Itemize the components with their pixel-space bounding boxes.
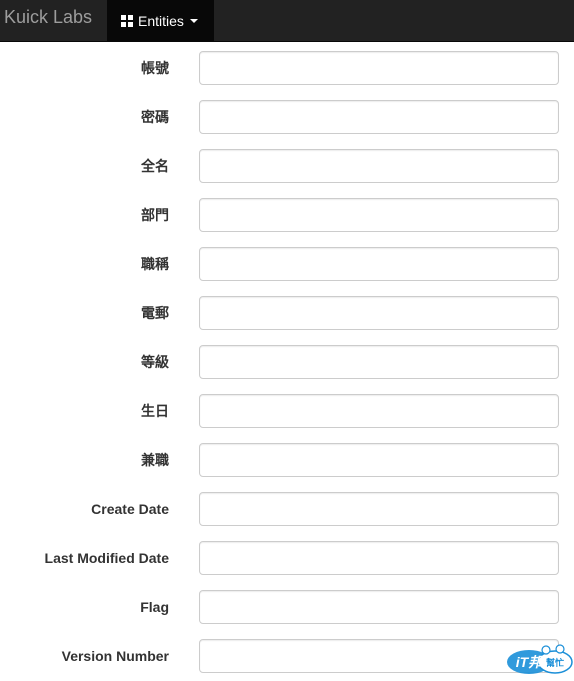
- account-label: 帳號: [141, 60, 169, 76]
- form-row-version-number: Version Number: [0, 639, 574, 681]
- entities-label: Entities: [138, 13, 184, 29]
- email-label: 電郵: [141, 305, 169, 321]
- entities-menu-button[interactable]: Entities: [107, 0, 214, 42]
- last-modified-date-input[interactable]: [199, 541, 559, 575]
- form-row-account: 帳號: [0, 51, 574, 100]
- form-row-full-name: 全名: [0, 149, 574, 198]
- form-row-email: 電郵: [0, 296, 574, 345]
- password-input[interactable]: [199, 100, 559, 134]
- full-name-input[interactable]: [199, 149, 559, 183]
- password-label: 密碼: [141, 109, 169, 125]
- form-row-last-modified-date: Last Modified Date: [0, 541, 574, 590]
- birthday-input[interactable]: [199, 394, 559, 428]
- flag-label: Flag: [140, 599, 169, 615]
- department-input[interactable]: [199, 198, 559, 232]
- part-time-input[interactable]: [199, 443, 559, 477]
- form-row-department: 部門: [0, 198, 574, 247]
- birthday-label: 生日: [141, 403, 169, 419]
- level-label: 等級: [141, 354, 169, 370]
- level-input[interactable]: [199, 345, 559, 379]
- part-time-label: 兼職: [141, 452, 169, 468]
- flag-input[interactable]: [199, 590, 559, 624]
- ithome-watermark-logo: iT邦 幫忙: [507, 644, 573, 674]
- svg-text:iT邦: iT邦: [516, 654, 545, 670]
- job-title-label: 職稱: [141, 256, 169, 272]
- form-row-part-time: 兼職: [0, 443, 574, 492]
- entity-form: 帳號 密碼 全名 部門 職稱 電郵 等級 生日 兼職 Create Date L…: [0, 51, 574, 681]
- svg-text:幫忙: 幫忙: [546, 657, 564, 669]
- form-row-level: 等級: [0, 345, 574, 394]
- form-row-job-title: 職稱: [0, 247, 574, 296]
- form-row-create-date: Create Date: [0, 492, 574, 541]
- top-navbar: Kuick Labs Entities: [0, 0, 574, 42]
- grid-icon: [121, 15, 133, 27]
- form-row-flag: Flag: [0, 590, 574, 639]
- full-name-label: 全名: [141, 158, 169, 174]
- brand-link[interactable]: Kuick Labs: [4, 6, 92, 28]
- email-input[interactable]: [199, 296, 559, 330]
- caret-down-icon: [189, 19, 198, 23]
- create-date-input[interactable]: [199, 492, 559, 526]
- version-number-label: Version Number: [61, 648, 169, 664]
- account-input[interactable]: [199, 51, 559, 85]
- form-row-password: 密碼: [0, 100, 574, 149]
- form-row-birthday: 生日: [0, 394, 574, 443]
- last-modified-date-label: Last Modified Date: [44, 550, 169, 566]
- job-title-input[interactable]: [199, 247, 559, 281]
- create-date-label: Create Date: [91, 501, 169, 517]
- department-label: 部門: [141, 207, 169, 223]
